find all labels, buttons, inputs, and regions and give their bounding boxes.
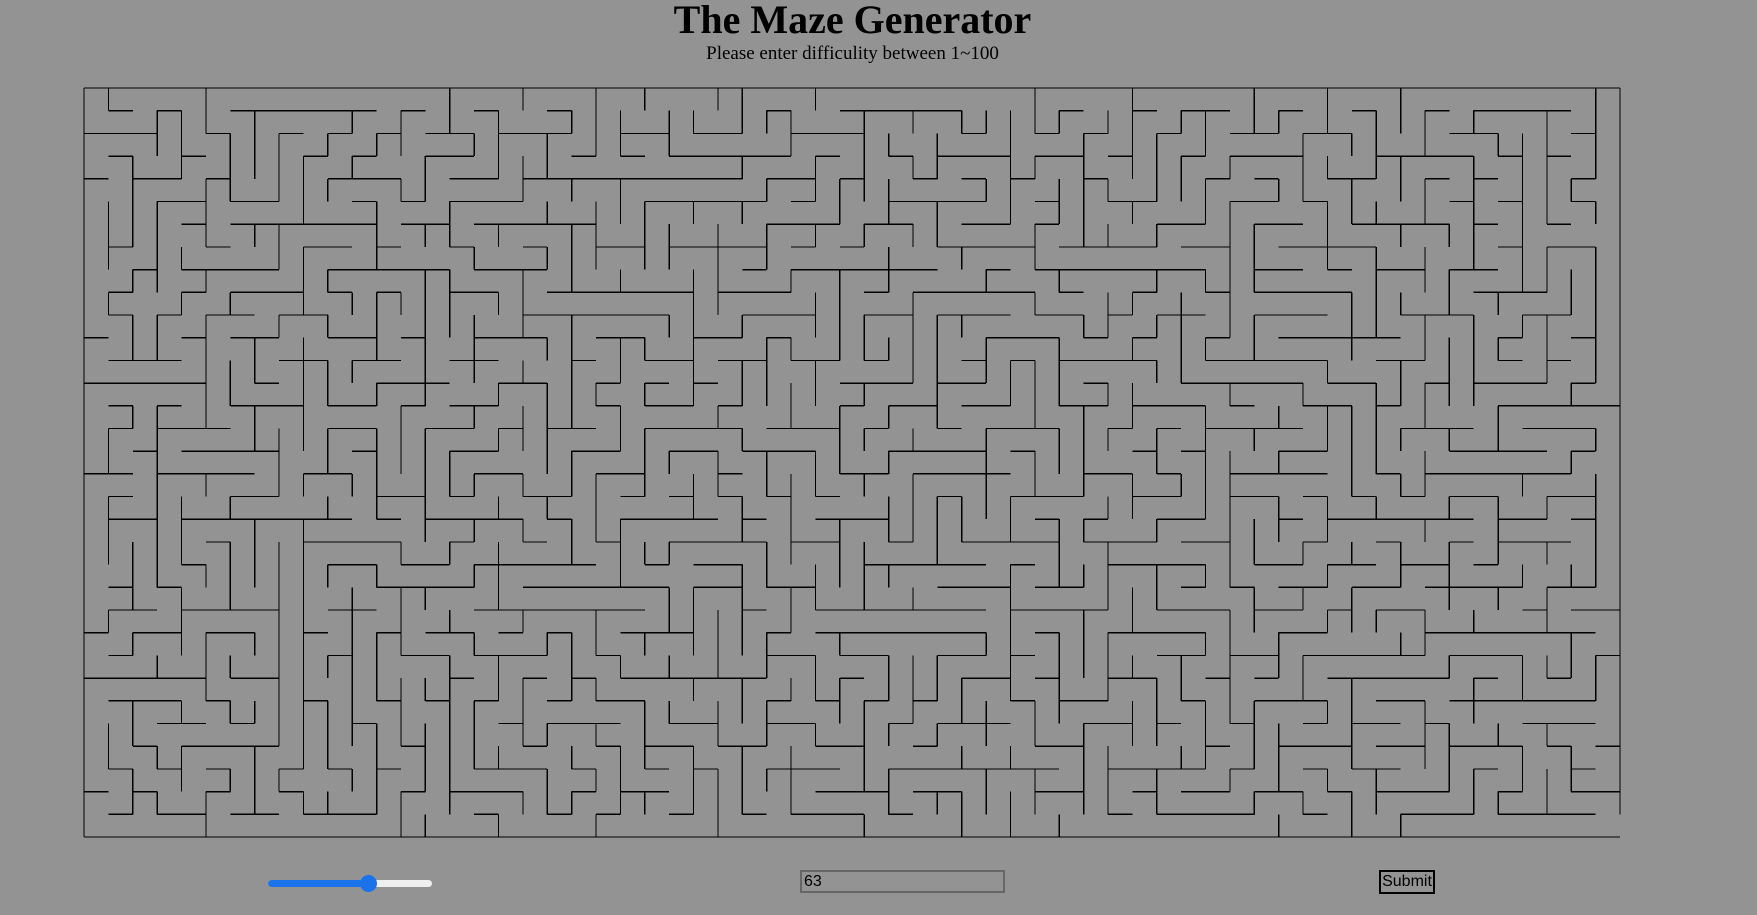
maze-generator-page: The Maze Generator Please enter difficul… (0, 0, 1757, 915)
difficulty-input[interactable] (800, 870, 1005, 893)
difficulty-slider[interactable] (268, 875, 432, 892)
maze-walls (83, 87, 1621, 838)
slider-fill (268, 880, 369, 887)
maze-canvas (83, 87, 1621, 838)
submit-button[interactable]: Submit (1379, 870, 1435, 894)
slider-thumb[interactable] (360, 875, 378, 892)
